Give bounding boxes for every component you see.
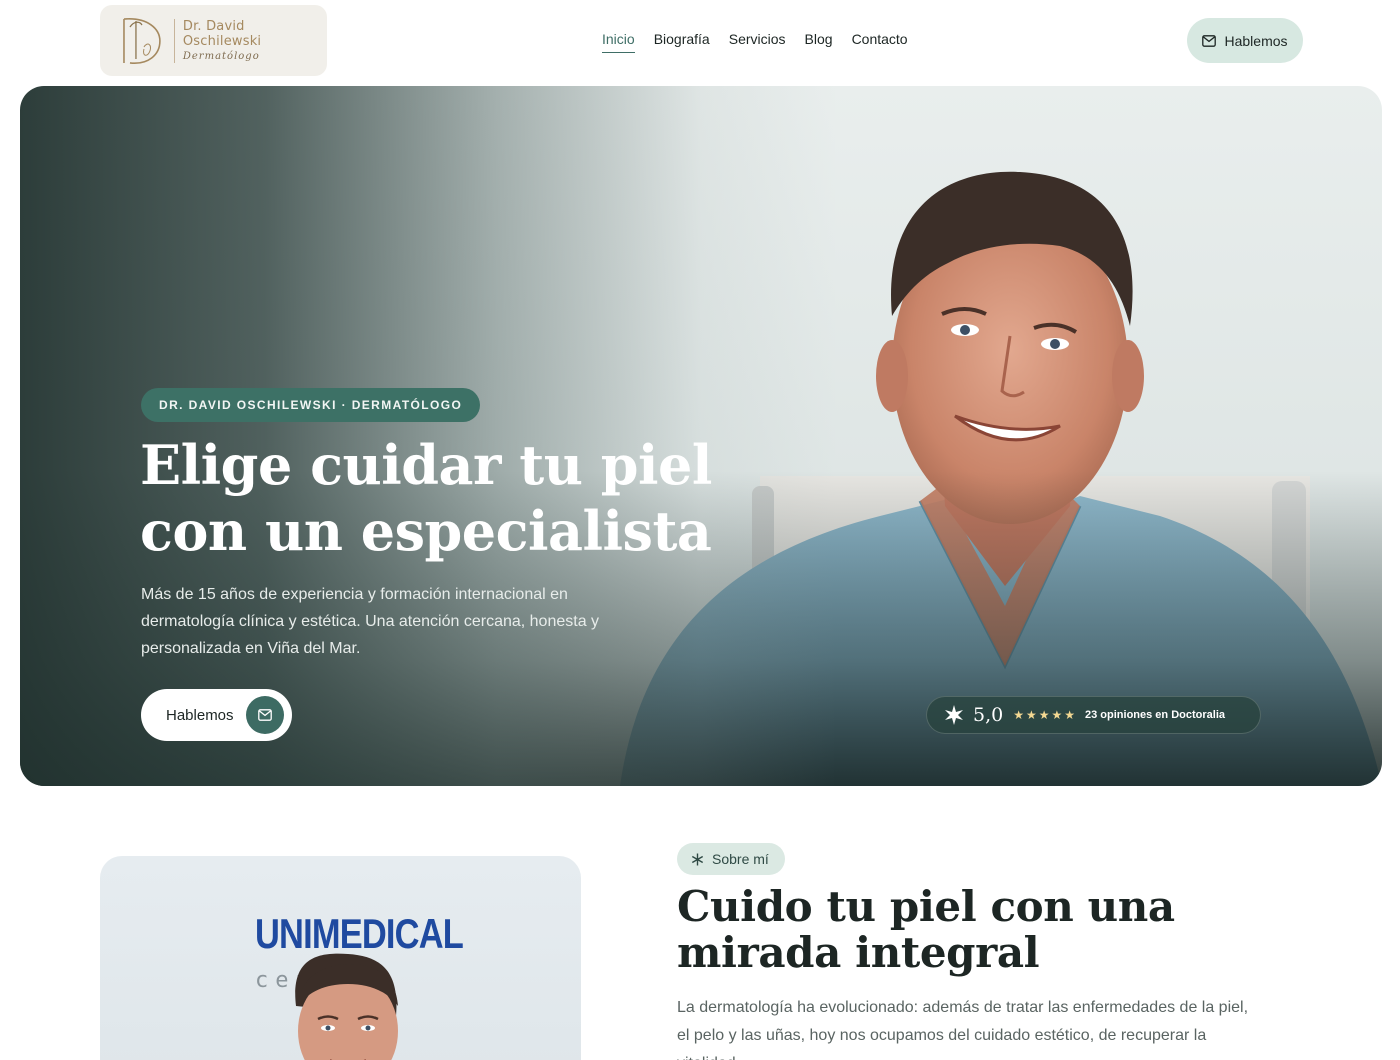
- hero-cta-label: Hablemos: [166, 706, 234, 724]
- about-text: La dermatología ha evolucionado: además …: [677, 999, 1249, 1060]
- nav-item-blog[interactable]: Blog: [805, 31, 833, 50]
- site-header: Dr. David Oschilewski Dermatólogo Inicio…: [0, 0, 1400, 84]
- main-nav: Inicio Biografía Servicios Blog Contacto: [602, 31, 908, 53]
- header-cta-label: Hablemos: [1224, 32, 1288, 49]
- logo-subtitle: Dermatólogo: [182, 51, 260, 62]
- mail-icon: [258, 709, 272, 721]
- doctor-photo-figure: [295, 953, 398, 1060]
- hero-cta-icon-circle: [246, 696, 284, 734]
- hero-hablemos-button[interactable]: Hablemos: [141, 689, 292, 741]
- doctoralia-rating-badge[interactable]: 5,0 ★★★★★ 23 opiniones en Doctoralia: [926, 696, 1261, 734]
- rating-stars: ★★★★★: [1013, 708, 1078, 722]
- logo-text: Dr. David Oschilewski Dermatólogo: [183, 19, 327, 62]
- asterisk-icon: [691, 853, 704, 865]
- hero-badge: DR. DAVID OSCHILEWSKI · DERMATÓLOGO: [141, 388, 481, 422]
- logo-monogram-icon: [123, 17, 161, 64]
- hero-section: DR. DAVID OSCHILEWSKI · DERMATÓLOGO Elig…: [20, 86, 1382, 786]
- about-title: Cuido tu piel con una mirada integral: [677, 882, 1175, 977]
- header-hablemos-button[interactable]: Hablemos: [1187, 18, 1303, 63]
- about-tag: Sobre mí: [677, 843, 785, 875]
- rating-text: 23 opiniones en Doctoralia: [1085, 709, 1225, 721]
- nav-item-inicio[interactable]: Inicio: [602, 31, 635, 53]
- hero-subtitle: Más de 15 años de experiencia y formació…: [141, 586, 600, 657]
- about-tag-label: Sobre mí: [712, 851, 769, 867]
- logo-divider: [173, 18, 175, 63]
- rating-score: 5,0: [973, 704, 1004, 726]
- about-photo: UNIMEDICAL cent co: [100, 856, 581, 1060]
- mail-icon: [1202, 34, 1217, 47]
- hero-title: Elige cuidar tu piel con un especialista: [140, 433, 712, 563]
- logo-name: Dr. David Oschilewski: [182, 19, 262, 49]
- logo[interactable]: Dr. David Oschilewski Dermatólogo: [100, 5, 327, 76]
- doctoralia-icon: [945, 705, 963, 725]
- nav-item-servicios[interactable]: Servicios: [729, 31, 786, 50]
- nav-item-contacto[interactable]: Contacto: [852, 31, 908, 50]
- nav-item-biografia[interactable]: Biografía: [654, 31, 710, 50]
